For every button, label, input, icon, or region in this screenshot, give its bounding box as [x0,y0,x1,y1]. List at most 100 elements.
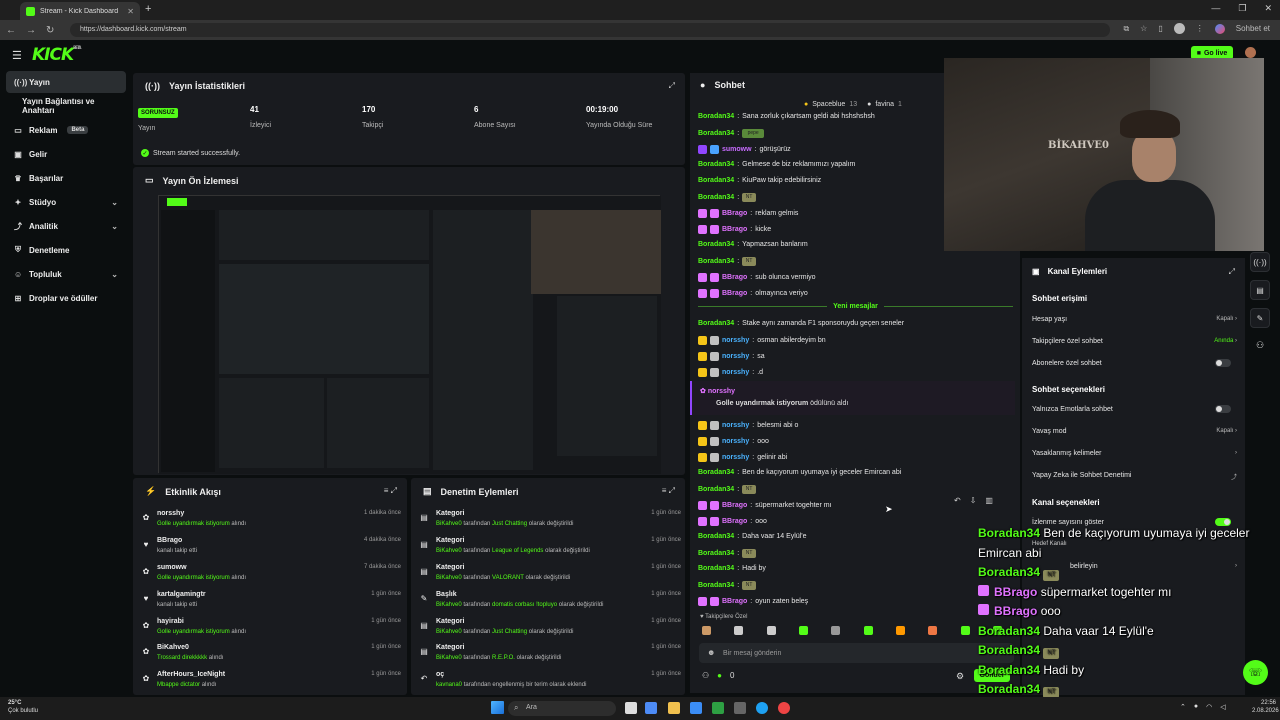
profile-avatar[interactable] [1173,23,1185,34]
emote-icon[interactable] [766,626,776,635]
chat-username[interactable]: Boradan34 [698,469,734,476]
filter-expand-icons[interactable]: ≡ ⤢ [662,486,675,496]
emote-icon[interactable] [960,626,970,635]
edge-icon[interactable] [756,702,768,714]
forward-icon[interactable]: → [26,25,36,36]
volume-icon[interactable]: ◁ [1220,703,1225,711]
delete-icon[interactable]: ▥ [985,496,993,505]
setting-slow-mode[interactable]: Yavaş mod Kapalı › [1032,428,1237,435]
taskbar-clock[interactable]: 22:56 2.08.2026 [1252,699,1279,715]
file-explorer-icon[interactable] [668,702,680,714]
chat-username[interactable]: Boradan34 [698,582,734,589]
filter-expand-icons[interactable]: ≡ ⤢ [384,486,397,496]
wifi-icon[interactable]: ◠ [1206,703,1212,711]
menu-icon[interactable]: ⋮ [1196,24,1204,33]
emote-icon[interactable] [895,626,905,635]
sidebar-item-topluluk[interactable]: ☺ Topluluk ⌄ [6,263,126,285]
chat-username[interactable]: norsshy [722,337,749,344]
chat-username[interactable]: Boradan34 [698,320,734,327]
chat-username[interactable]: norsshy [722,454,749,461]
chat-username[interactable]: Boradan34 [698,241,734,248]
chat-username[interactable]: Boradan34 [698,258,734,265]
emote-icon[interactable] [928,626,938,635]
sidebar-item-denetleme[interactable]: ⛨ Denetleme [6,239,126,261]
chat-username[interactable]: Boradan34 [698,161,734,168]
sidebar-item-stream-key[interactable]: Yayın Bağlantısı ve Anahtarı [6,95,126,117]
setting-followers-only[interactable]: Takipçilere özel sohbet Anında › [1032,338,1237,345]
sidebar-icon[interactable]: ▯ [1158,24,1162,33]
chat-username[interactable]: BBrago [722,226,747,233]
expand-icon[interactable]: ⤢ [1229,267,1235,277]
task-view-icon[interactable] [625,702,637,714]
settings-icon[interactable]: ⚙ [956,671,964,682]
chat-username[interactable]: Boradan34 [698,565,734,572]
sidebar-item-studyo[interactable]: ✦ Stüdyo ⌄ [6,191,126,213]
document-rail-icon[interactable]: ▤ [1250,280,1270,300]
chat-username[interactable]: BBrago [722,518,747,525]
chat-username[interactable]: Boradan34 [698,486,734,493]
chat-username[interactable]: BBrago [722,290,747,297]
emote-icon[interactable] [734,626,744,635]
chat-username[interactable]: BBrago [722,502,747,509]
sidebar-item-droplar[interactable]: ⊞ Droplar ve ödüller [6,287,126,309]
reload-icon[interactable]: ↻ [46,25,54,36]
hamburger-menu-icon[interactable]: ☰ [12,49,22,62]
sidebar-item-yayin[interactable]: ((·)) Yayın [6,71,126,93]
emote-only-toggle[interactable] [1215,405,1231,413]
emote-icon[interactable] [702,626,711,635]
chat-username[interactable]: sumoww [722,146,752,153]
setting-account-age[interactable]: Hesap yaşı Kapalı › [1032,316,1237,323]
chat-username[interactable]: norsshy [722,438,749,445]
extensions-icon[interactable]: ⧉ [1123,24,1129,34]
chat-username[interactable]: BBrago [722,210,747,217]
emote-icon[interactable] [831,626,841,635]
chat-username[interactable]: BBrago [722,598,747,605]
user-avatar[interactable] [1245,47,1256,58]
chat-username[interactable]: Boradan34 [698,177,734,184]
setting-ai-moderation[interactable]: Yapay Zeka ile Sohbet Denetimi ⤴ [1032,472,1237,481]
close-tab-icon[interactable]: ✕ [127,7,134,16]
chat-username[interactable]: Boradan34 [698,113,734,120]
emoji-icon[interactable]: ☻ [707,648,715,657]
pin-icon[interactable]: ⇩ [970,496,977,505]
chat-username[interactable]: Boradan34 [698,194,734,201]
setting-banned-words[interactable]: Yasaklanmış kelimeler › [1032,450,1237,457]
expand-icon[interactable]: ⤢ [669,81,675,91]
kick-logo[interactable]: KICKBETA [32,45,81,65]
community-icon[interactable]: ⚇ [702,671,709,680]
microphone-icon[interactable]: ● [1194,703,1198,711]
sidebar-item-gelir[interactable]: ▣ Gelir [6,143,126,165]
broadcast-rail-icon[interactable]: ((·)) [1250,252,1270,272]
settings-app-icon[interactable] [734,702,746,714]
reply-icon[interactable]: ↶ [954,496,961,505]
subs-only-toggle[interactable] [1215,359,1231,367]
chevron-up-icon[interactable]: ⌃ [1180,703,1186,711]
chat-username[interactable]: Boradan34 [698,550,734,557]
copilot-icon[interactable] [645,702,657,714]
minimize-icon[interactable]: — [1211,3,1220,14]
url-field[interactable]: https://dashboard.kick.com/stream [70,23,1110,37]
nodes-icon[interactable]: ⚇ [1256,340,1264,351]
xbox-icon[interactable] [712,702,724,714]
chat-input[interactable]: ☻ Bir mesaj gönderin [699,643,1014,663]
chat-username[interactable]: norsshy [722,353,749,360]
stream-preview-video[interactable] [158,195,661,474]
bookmark-star-icon[interactable]: ☆ [1140,24,1147,33]
maximize-icon[interactable]: ❐ [1238,3,1246,14]
sidebar-item-reklam[interactable]: ▭ Reklam Beta [6,119,126,141]
chat-username[interactable]: BBrago [722,274,747,281]
chat-username[interactable]: Boradan34 [698,533,734,540]
sidebar-item-basarilar[interactable]: ♛ Başarılar [6,167,126,189]
chat-username[interactable]: norsshy [722,422,749,429]
back-icon[interactable]: ← [6,25,16,36]
browser-tab[interactable]: Stream - Kick Dashboard ✕ [20,2,140,20]
emote-icon[interactable] [863,626,873,635]
assistant-label[interactable]: Sohbet et [1236,24,1270,33]
chat-username[interactable]: Boradan34 [698,130,734,137]
wrench-rail-icon[interactable]: ✎ [1250,308,1270,328]
emote-icon[interactable] [798,626,808,635]
windows-start-icon[interactable] [491,701,504,714]
store-icon[interactable] [690,702,702,714]
obs-icon[interactable] [778,702,790,714]
sidebar-item-analitik[interactable]: ⤴ Analitik ⌄ [6,215,126,237]
